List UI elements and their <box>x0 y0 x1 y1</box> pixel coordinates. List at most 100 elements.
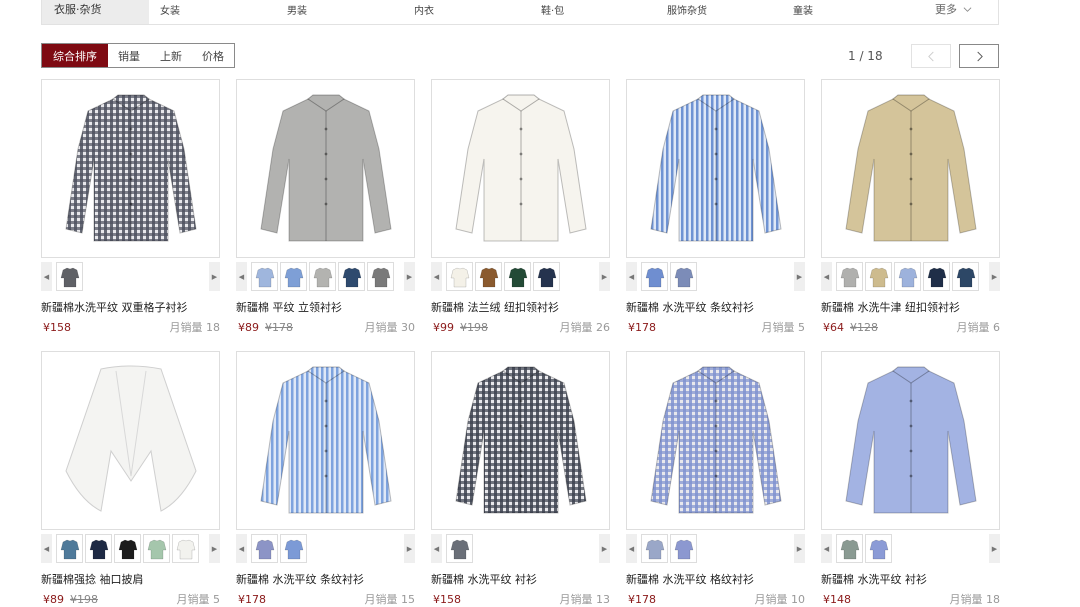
color-swatch[interactable] <box>143 534 170 563</box>
swatch-next-arrow[interactable]: ▶ <box>599 534 610 563</box>
swatch-prev-arrow[interactable]: ◀ <box>431 262 442 291</box>
category-more-button[interactable]: 更多 <box>935 0 972 24</box>
product-name[interactable]: 新疆棉 水洗平纹 条纹衬衫 <box>626 299 754 315</box>
category-item[interactable]: 鞋·包 <box>541 0 564 24</box>
color-swatch[interactable] <box>56 262 83 291</box>
product-card[interactable]: ◀ ▶ 新疆棉 水洗平纹 条纹衬衫 ¥178 月销量 15 <box>236 351 415 607</box>
swatch-prev-arrow[interactable]: ◀ <box>41 534 52 563</box>
color-swatch[interactable] <box>894 262 921 291</box>
color-swatch[interactable] <box>952 262 979 291</box>
product-name[interactable]: 新疆棉 法兰绒 纽扣领衬衫 <box>431 299 559 315</box>
product-card[interactable]: ◀ ▶ 新疆棉水洗平纹 双重格子衬衫 ¥158 月销量 18 <box>41 79 220 341</box>
color-swatch[interactable] <box>641 262 668 291</box>
swatch-prev-arrow[interactable]: ◀ <box>431 534 442 563</box>
swatch-prev-arrow[interactable]: ◀ <box>236 262 247 291</box>
swatch-prev-arrow[interactable]: ◀ <box>626 534 637 563</box>
swatch-prev-arrow[interactable]: ◀ <box>821 534 832 563</box>
product-card[interactable]: ◀ ▶ 新疆棉 水洗平纹 衬衫 ¥148 月销量 18 <box>821 351 1000 607</box>
color-swatch[interactable] <box>641 534 668 563</box>
product-card[interactable]: ◀ ▶ 新疆棉 水洗牛津 纽扣领衬衫 ¥64 ¥128 月销量 6 <box>821 79 1000 341</box>
product-image[interactable] <box>431 79 610 258</box>
product-name[interactable]: 新疆棉 水洗平纹 衬衫 <box>821 571 927 587</box>
color-swatch[interactable] <box>533 262 560 291</box>
monthly-sales: 月销量 5 <box>761 321 806 334</box>
swatch-list <box>52 262 209 291</box>
sort-sales[interactable]: 销量 <box>108 44 150 67</box>
product-image[interactable] <box>626 79 805 258</box>
swatch-next-arrow[interactable]: ▶ <box>599 262 610 291</box>
color-swatch[interactable] <box>836 534 863 563</box>
next-page-button[interactable] <box>959 44 999 68</box>
product-name[interactable]: 新疆棉 水洗平纹 格纹衬衫 <box>626 571 754 587</box>
color-swatch[interactable] <box>280 262 307 291</box>
color-swatch[interactable] <box>251 534 278 563</box>
category-active[interactable]: 衣服·杂货 <box>42 0 149 24</box>
product-card[interactable]: ◀ ▶ 新疆棉 水洗平纹 条纹衬衫 ¥178 月销量 5 <box>626 79 805 341</box>
color-swatch[interactable] <box>446 262 473 291</box>
swatch-prev-arrow[interactable]: ◀ <box>821 262 832 291</box>
color-swatch[interactable] <box>836 262 863 291</box>
category-item[interactable]: 童装 <box>793 0 813 24</box>
swatch-next-arrow[interactable]: ▶ <box>404 262 415 291</box>
monthly-sales: 月销量 18 <box>169 321 221 334</box>
product-image[interactable] <box>626 351 805 530</box>
color-swatch[interactable] <box>475 262 502 291</box>
color-swatch[interactable] <box>367 262 394 291</box>
swatch-prev-arrow[interactable]: ◀ <box>626 262 637 291</box>
product-image[interactable] <box>41 351 220 530</box>
color-swatch[interactable] <box>85 534 112 563</box>
product-card[interactable]: ◀ ▶ 新疆棉 法兰绒 纽扣领衬衫 ¥99 ¥198 月销量 26 <box>431 79 610 341</box>
product-name[interactable]: 新疆棉强捻 袖口披肩 <box>41 571 144 587</box>
swatch-next-arrow[interactable]: ▶ <box>989 534 1000 563</box>
color-swatch[interactable] <box>504 262 531 291</box>
product-image[interactable] <box>236 351 415 530</box>
color-swatch[interactable] <box>172 534 199 563</box>
product-image[interactable] <box>431 351 610 530</box>
monthly-sales: 月销量 26 <box>559 321 611 334</box>
product-card[interactable]: ◀ ▶ 新疆棉 水洗平纹 格纹衬衫 ¥178 月销量 10 <box>626 351 805 607</box>
product-name[interactable]: 新疆棉 水洗平纹 衬衫 <box>431 571 537 587</box>
prev-page-button[interactable] <box>911 44 951 68</box>
swatch-next-arrow[interactable]: ▶ <box>209 534 220 563</box>
color-swatch[interactable] <box>56 534 83 563</box>
product-image[interactable] <box>821 351 1000 530</box>
swatch-next-arrow[interactable]: ▶ <box>404 534 415 563</box>
swatch-next-arrow[interactable]: ▶ <box>209 262 220 291</box>
price-row: ¥178 月销量 5 <box>626 319 805 335</box>
color-swatch[interactable] <box>309 262 336 291</box>
color-swatch[interactable] <box>114 534 141 563</box>
color-swatch[interactable] <box>338 262 365 291</box>
swatch-next-arrow[interactable]: ▶ <box>989 262 1000 291</box>
color-swatch[interactable] <box>670 262 697 291</box>
price-row: ¥178 月销量 15 <box>236 591 415 607</box>
swatch-next-arrow[interactable]: ▶ <box>794 262 805 291</box>
swatch-prev-arrow[interactable]: ◀ <box>41 262 52 291</box>
category-item[interactable]: 男装 <box>287 0 307 24</box>
product-card[interactable]: ◀ ▶ 新疆棉强捻 袖口披肩 ¥89 ¥198 月销量 5 <box>41 351 220 607</box>
color-swatch[interactable] <box>923 262 950 291</box>
product-name[interactable]: 新疆棉水洗平纹 双重格子衬衫 <box>41 299 188 315</box>
category-item[interactable]: 内衣 <box>414 0 434 24</box>
product-card[interactable]: ◀ ▶ 新疆棉 平纹 立领衬衫 ¥89 ¥178 月销量 30 <box>236 79 415 341</box>
swatch-next-arrow[interactable]: ▶ <box>794 534 805 563</box>
category-item[interactable]: 服饰杂货 <box>667 0 707 24</box>
color-swatch[interactable] <box>280 534 307 563</box>
color-swatch[interactable] <box>865 262 892 291</box>
sort-price[interactable]: 价格 <box>192 44 234 67</box>
product-name[interactable]: 新疆棉 水洗牛津 纽扣领衬衫 <box>821 299 960 315</box>
color-swatch[interactable] <box>865 534 892 563</box>
product-name[interactable]: 新疆棉 平纹 立领衬衫 <box>236 299 342 315</box>
product-card[interactable]: ◀ ▶ 新疆棉 水洗平纹 衬衫 ¥158 月销量 13 <box>431 351 610 607</box>
swatch-prev-arrow[interactable]: ◀ <box>236 534 247 563</box>
product-image[interactable] <box>821 79 1000 258</box>
sort-comprehensive[interactable]: 综合排序 <box>42 44 108 67</box>
product-image[interactable] <box>41 79 220 258</box>
product-name[interactable]: 新疆棉 水洗平纹 条纹衬衫 <box>236 571 364 587</box>
color-swatch[interactable] <box>446 534 473 563</box>
sort-newest[interactable]: 上新 <box>150 44 192 67</box>
swatch-list <box>637 262 794 291</box>
color-swatch[interactable] <box>251 262 278 291</box>
category-item[interactable]: 女装 <box>160 0 180 24</box>
product-image[interactable] <box>236 79 415 258</box>
color-swatch[interactable] <box>670 534 697 563</box>
